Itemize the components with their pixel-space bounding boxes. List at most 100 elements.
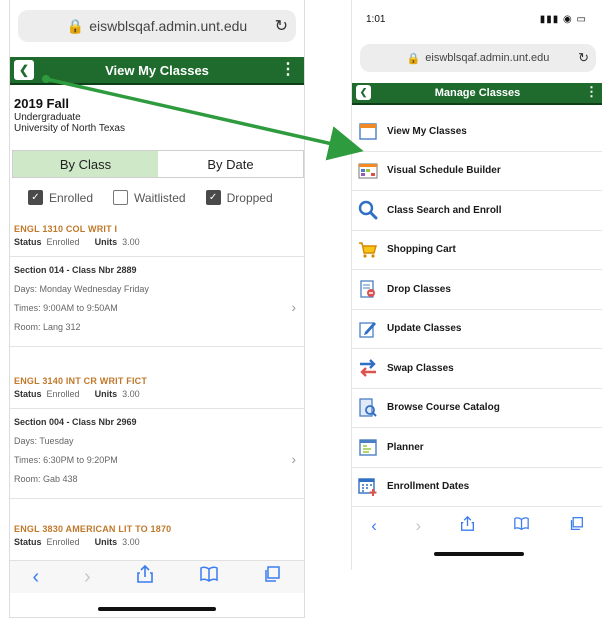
url-text: eiswblsqaf.admin.unt.edu bbox=[425, 52, 550, 64]
menu-item-update-classes[interactable]: Update Classes bbox=[352, 310, 602, 349]
course-status: Status Enrolled Units 3.00 bbox=[14, 389, 302, 399]
tab-by-class[interactable]: By Class bbox=[13, 151, 158, 177]
bookmarks-icon[interactable] bbox=[199, 565, 219, 589]
enrollment-dates-icon bbox=[358, 477, 378, 497]
more-menu-icon[interactable]: ⋮ bbox=[280, 59, 296, 79]
forward-nav-icon[interactable]: › bbox=[415, 516, 421, 536]
units-label: Units bbox=[94, 237, 118, 247]
menu-item-planner[interactable]: Planner bbox=[352, 428, 602, 468]
page-title: View My Classes bbox=[105, 62, 209, 78]
filter-label: Dropped bbox=[226, 190, 273, 205]
page-title: Manage Classes bbox=[434, 87, 521, 99]
course-card: ENGL 3830 AMERICAN LIT TO 1870 Status En… bbox=[14, 524, 302, 547]
url-text: eiswblsqaf.admin.unt.edu bbox=[89, 18, 248, 34]
more-menu-icon[interactable]: ⋮ bbox=[585, 84, 598, 100]
course-status: Status Enrolled Units 3.00 bbox=[14, 237, 302, 247]
cart-icon bbox=[358, 240, 378, 260]
menu-item-label: Swap Classes bbox=[387, 362, 454, 374]
back-button[interactable]: ❮ bbox=[14, 60, 34, 80]
planner-icon bbox=[358, 437, 378, 457]
term-info: 2019 Fall Undergraduate University of No… bbox=[14, 96, 125, 134]
home-indicator bbox=[98, 607, 216, 611]
drop-icon bbox=[358, 279, 378, 299]
course-title: ENGL 3830 AMERICAN LIT TO 1870 bbox=[14, 524, 172, 534]
reload-icon[interactable]: ↻ bbox=[275, 16, 288, 36]
address-bar[interactable]: 🔒 eiswblsqaf.admin.unt.edu bbox=[18, 10, 296, 42]
menu-item-label: View My Classes bbox=[387, 125, 467, 137]
chevron-right-icon[interactable]: › bbox=[291, 451, 296, 467]
section-row[interactable]: Section 004 - Class Nbr 2969 Days: Tuesd… bbox=[14, 417, 302, 484]
course-status: Status Enrolled Units 3.00 bbox=[14, 537, 302, 547]
browser-toolbar: ‹ › bbox=[10, 560, 304, 593]
section-row[interactable]: Section 014 - Class Nbr 2889 Days: Monda… bbox=[14, 265, 302, 332]
units-value: 3.00 bbox=[122, 537, 140, 547]
institution-label: University of North Texas bbox=[14, 123, 125, 134]
section-title: Section 004 - Class Nbr 2969 bbox=[14, 417, 137, 427]
menu-item-label: Enrollment Dates bbox=[387, 481, 470, 493]
page-header: ❮ Manage Classes ⋮ bbox=[352, 83, 602, 105]
edit-icon bbox=[358, 319, 378, 339]
section-room: Room: Lang 312 bbox=[14, 322, 81, 332]
menu-item-browse-course-catalog[interactable]: Browse Course Catalog bbox=[352, 389, 602, 428]
course-title: ENGL 3140 INT CR WRIT FICT bbox=[14, 376, 148, 386]
checkbox-unchecked-icon[interactable] bbox=[113, 190, 129, 205]
home-indicator bbox=[434, 552, 524, 556]
course-title: ENGL 1310 COL WRIT I bbox=[14, 224, 118, 234]
checkbox-checked-icon[interactable]: ✓ bbox=[205, 190, 221, 205]
status-value: Enrolled bbox=[46, 389, 80, 399]
menu-item-view-my-classes[interactable]: View My Classes bbox=[352, 112, 602, 152]
units-label: Units bbox=[94, 537, 118, 547]
menu-item-class-search-and-enroll[interactable]: Class Search and Enroll bbox=[352, 191, 602, 231]
menu-item-drop-classes[interactable]: Drop Classes bbox=[352, 270, 602, 310]
menu-item-label: Drop Classes bbox=[387, 283, 451, 295]
filter-label: Waitlisted bbox=[134, 190, 186, 205]
menu-item-label: Update Classes bbox=[387, 323, 462, 335]
tabs-icon[interactable] bbox=[263, 565, 281, 589]
schedule-grid-icon bbox=[358, 161, 378, 181]
forward-nav-icon[interactable]: › bbox=[84, 566, 91, 589]
tabs-icon[interactable] bbox=[569, 516, 584, 536]
checkbox-checked-icon[interactable]: ✓ bbox=[28, 190, 43, 205]
career-label: Undergraduate bbox=[14, 112, 81, 123]
menu-item-label: Planner bbox=[387, 441, 424, 453]
section-times: Times: 9:00AM to 9:50AM bbox=[14, 303, 118, 313]
search-icon bbox=[358, 200, 378, 220]
address-bar[interactable]: 🔒 eiswblsqaf.admin.unt.edu bbox=[360, 44, 596, 72]
back-button[interactable]: ❮ bbox=[356, 85, 371, 100]
swap-icon bbox=[358, 358, 378, 378]
menu-item-label: Browse Course Catalog bbox=[387, 402, 500, 414]
menu-item-enrollment-dates[interactable]: Enrollment Dates bbox=[352, 468, 602, 507]
reload-icon[interactable]: ↻ bbox=[578, 50, 589, 66]
course-card: ENGL 1310 COL WRIT I Status Enrolled Uni… bbox=[10, 224, 304, 355]
manage-classes-menu: View My Classes Visual Schedule Builder … bbox=[352, 112, 602, 507]
section-days: Days: Monday Wednesday Friday bbox=[14, 284, 149, 294]
menu-item-swap-classes[interactable]: Swap Classes bbox=[352, 349, 602, 389]
filter-label: Enrolled bbox=[49, 190, 94, 205]
filter-dropped[interactable]: ✓ Dropped bbox=[205, 190, 273, 205]
menu-item-label: Class Search and Enroll bbox=[387, 204, 502, 216]
units-value: 3.00 bbox=[122, 237, 140, 247]
browser-toolbar: ‹ › bbox=[352, 512, 602, 540]
chevron-right-icon[interactable]: › bbox=[291, 299, 296, 315]
share-icon[interactable] bbox=[136, 564, 154, 590]
units-label: Units bbox=[94, 389, 118, 399]
share-icon[interactable] bbox=[460, 515, 475, 537]
section-times: Times: 6:30PM to 9:20PM bbox=[14, 455, 118, 465]
filter-waitlisted[interactable]: Waitlisted bbox=[113, 190, 186, 205]
term-name: 2019 Fall bbox=[14, 96, 69, 111]
menu-item-label: Visual Schedule Builder bbox=[387, 165, 501, 177]
tab-by-date[interactable]: By Date bbox=[158, 151, 303, 177]
section-title: Section 014 - Class Nbr 2889 bbox=[14, 265, 137, 275]
menu-item-visual-schedule-builder[interactable]: Visual Schedule Builder bbox=[352, 152, 602, 191]
back-nav-icon[interactable]: ‹ bbox=[32, 566, 39, 589]
course-card: ENGL 3140 INT CR WRIT FICT Status Enroll… bbox=[10, 376, 304, 507]
lock-icon: 🔒 bbox=[66, 17, 85, 34]
bookmarks-icon[interactable] bbox=[513, 516, 530, 536]
section-room: Room: Gab 438 bbox=[14, 474, 78, 484]
status-value: Enrolled bbox=[46, 537, 80, 547]
status-label: Status bbox=[14, 537, 42, 547]
filter-enrolled[interactable]: ✓ Enrolled bbox=[28, 190, 93, 205]
menu-item-shopping-cart[interactable]: Shopping Cart bbox=[352, 231, 602, 270]
catalog-icon bbox=[358, 398, 378, 418]
back-nav-icon[interactable]: ‹ bbox=[371, 516, 377, 536]
